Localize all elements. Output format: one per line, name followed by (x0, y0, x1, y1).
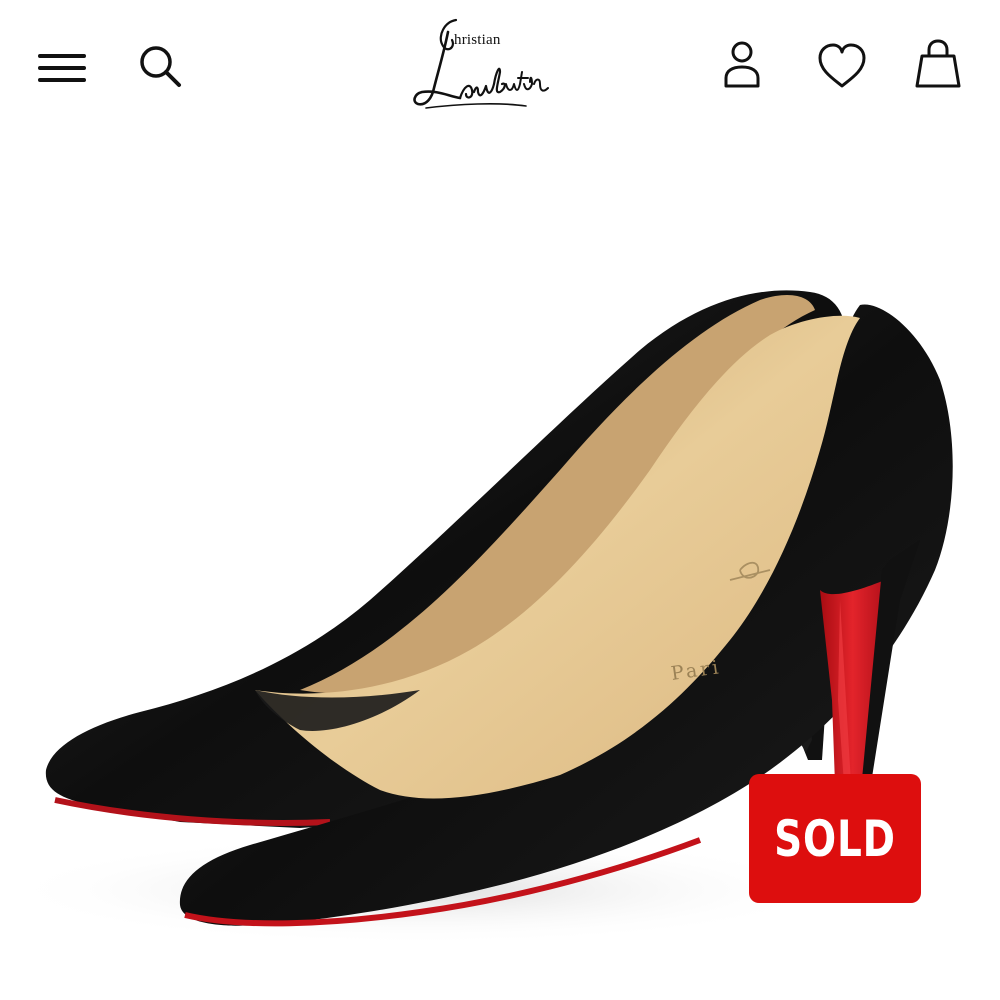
site-header: hristian (0, 0, 1000, 130)
sold-badge: SOLD (749, 774, 921, 903)
shopping-bag-button[interactable] (912, 36, 964, 94)
shopping-bag-icon (915, 39, 961, 88)
sold-badge-label: SOLD (774, 809, 896, 868)
account-icon (724, 41, 760, 88)
search-button[interactable] (132, 38, 188, 94)
account-button[interactable] (718, 38, 766, 94)
hamburger-menu-icon (38, 54, 86, 82)
heart-icon (818, 43, 866, 88)
search-icon (140, 46, 181, 87)
product-page: hristian Pari SOLD (0, 0, 1000, 1000)
brand-logo[interactable]: hristian (408, 12, 558, 116)
logo-signature (413, 18, 549, 109)
wishlist-button[interactable] (812, 40, 872, 92)
logo-christian-text: hristian (454, 32, 501, 48)
menu-button[interactable] (36, 44, 88, 92)
